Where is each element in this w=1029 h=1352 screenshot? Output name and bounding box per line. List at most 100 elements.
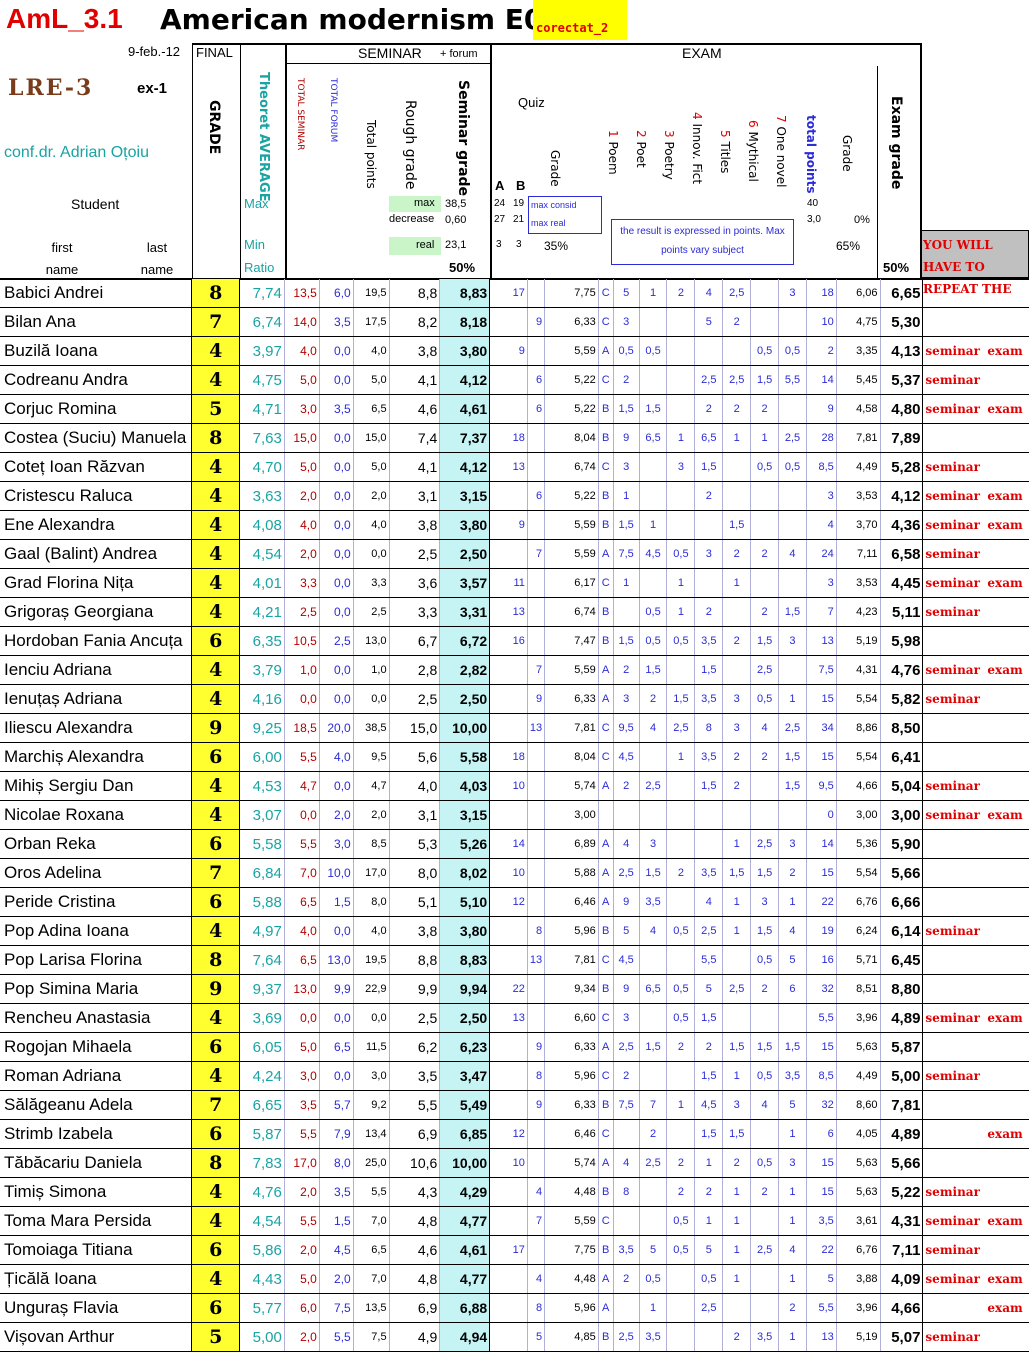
- exam-grade: 6,45: [880, 945, 924, 975]
- exam-subject-2: [639, 481, 668, 511]
- exam-points-grade: 3,61: [836, 1206, 881, 1236]
- exam-total-points: 8,5: [806, 452, 837, 482]
- rough-grade: 4,8: [389, 1206, 441, 1236]
- table-row: Bilan Ana 7 6,74 14,0 3,5 17,5 8,2 8,18 9 6,33 C 3 5…: [0, 307, 1029, 337]
- seminar-grade: 3,80: [439, 916, 491, 946]
- total-points: 17,5: [353, 307, 390, 337]
- repeat-cell: seminar: [922, 1235, 1029, 1265]
- repeat-seminar: seminar: [925, 808, 980, 822]
- exam-grade: 4,13: [880, 336, 924, 366]
- quiz-grade: 6,33: [544, 1090, 599, 1120]
- exam-subject-3: 0,5: [666, 974, 696, 1004]
- exam-subject-2: [639, 1003, 668, 1033]
- quiz-grade: 3,00: [544, 800, 599, 830]
- exam-grade: 5,28: [880, 452, 924, 482]
- total-forum: 1,5: [319, 887, 354, 917]
- rough-grade: 5,6: [389, 742, 441, 772]
- exam-total-points: 24: [806, 539, 837, 569]
- exam-note: the result is expressed in points. Max p…: [611, 219, 794, 265]
- exam-subject-4: [694, 829, 724, 859]
- exam-grade: 5,82: [880, 684, 924, 714]
- quiz-b: 9: [527, 684, 546, 714]
- exam-grade: 5,98: [880, 626, 924, 656]
- final-grade: 4: [191, 771, 241, 801]
- exam-subject-6: 1,5: [750, 626, 780, 656]
- final-grade: 6: [191, 1235, 241, 1265]
- repeat-cell: seminar exam: [922, 336, 1029, 366]
- repeat-exam: exam: [987, 518, 1023, 532]
- rough-grade: 3,5: [389, 1061, 441, 1091]
- variant: A: [598, 655, 614, 685]
- total-seminar: 6,5: [284, 945, 320, 975]
- exam-grade: 4,45: [880, 568, 924, 598]
- exam-points-grade: 7,81: [836, 423, 881, 453]
- quiz-b: [527, 626, 546, 656]
- exam-50-label: 50%: [883, 260, 910, 275]
- theoret-average: 4,21: [239, 597, 285, 627]
- exam-subject-4: 3,5: [694, 626, 724, 656]
- exam-subject-4: [694, 800, 724, 830]
- quiz-b: [527, 829, 546, 859]
- seminar-grade: 2,50: [439, 539, 491, 569]
- exam-subject-7: 5,5: [778, 365, 807, 395]
- quiz-grade: 6,33: [544, 1032, 599, 1062]
- final-grade: 4: [191, 539, 241, 569]
- table-row: Orban Reka 6 5,58 5,5 3,0 8,5 5,3 5,26 14 6,89 A 4 3…: [0, 829, 1029, 859]
- seminar-grade: 4,12: [439, 452, 491, 482]
- seminar-grade: 3,57: [439, 568, 491, 598]
- exam-subject-5: 2: [722, 1322, 752, 1352]
- exam-subject-1: 5: [613, 279, 640, 308]
- exam-total-points: 19: [806, 916, 837, 946]
- exam-col-7: 7 One novel: [774, 115, 788, 188]
- total-points: 1,0: [353, 655, 390, 685]
- quiz-grade: 4,48: [544, 1177, 599, 1207]
- exam-total-points: 15: [806, 1148, 837, 1178]
- exam-subject-7: 2,5: [778, 423, 807, 453]
- total-points: 5,0: [353, 452, 390, 482]
- theoret-average: 5,88: [239, 887, 285, 917]
- exam-subject-7: 1: [778, 1264, 807, 1294]
- total-forum: 0,0: [319, 684, 354, 714]
- total-forum: 10,0: [319, 858, 354, 888]
- exam-grade: 7,11: [880, 1235, 924, 1265]
- quiz-grade: 5,88: [544, 858, 599, 888]
- exam-total-points: 6: [806, 1119, 837, 1149]
- student-name: Buzilă Ioana: [0, 336, 193, 366]
- variant: A: [598, 1264, 614, 1294]
- quiz-a: 14: [489, 829, 528, 859]
- exam-subject-1: [613, 1293, 640, 1323]
- repeat-cell: [922, 279, 1029, 308]
- exam-subject-7: 5: [778, 945, 807, 975]
- total-points: 0,0: [353, 684, 390, 714]
- quiz-grade: 6,46: [544, 1119, 599, 1149]
- total-forum: 3,5: [319, 1177, 354, 1207]
- total-seminar: 18,5: [284, 713, 320, 743]
- quiz-grade: 5,59: [544, 655, 599, 685]
- repeat-cell: seminar: [922, 597, 1029, 627]
- total-seminar: 13,0: [284, 974, 320, 1004]
- repeat-cell: seminar exam: [922, 1206, 1029, 1236]
- student-label: Student: [71, 196, 120, 212]
- exam-subject-4: 3: [694, 539, 724, 569]
- repeat-seminar: seminar: [925, 663, 980, 677]
- decrease-value: 0,60: [445, 214, 467, 226]
- repeat-cell: [922, 423, 1029, 453]
- exam-subject-7: 1: [778, 1206, 807, 1236]
- total-points: 19,5: [353, 279, 390, 308]
- exam-points-grade: 5,63: [836, 1177, 881, 1207]
- student-name: Rencheu Anastasia: [0, 1003, 193, 1033]
- final-grade: 4: [191, 684, 241, 714]
- variant: B: [598, 1235, 614, 1265]
- quiz-b: [527, 336, 546, 366]
- exam-subject-4: 8: [694, 713, 724, 743]
- total-points: 8,0: [353, 887, 390, 917]
- seminar-grade: 8,18: [439, 307, 491, 337]
- quiz-pct: 35%: [544, 239, 569, 253]
- exam-subject-2: 0,5: [639, 597, 668, 627]
- grade-65-pct: 65%: [836, 239, 861, 253]
- exam-total-points: 7,5: [806, 655, 837, 685]
- repeat-cell: seminar exam: [922, 1003, 1029, 1033]
- quiz-b: [527, 452, 546, 482]
- exam-col-2: 2 Poet: [634, 130, 648, 168]
- table-row: Ienuțaș Adriana 4 4,16 0,0 0,0 0,0 2,5 2,50 9 6,3…: [0, 684, 1029, 714]
